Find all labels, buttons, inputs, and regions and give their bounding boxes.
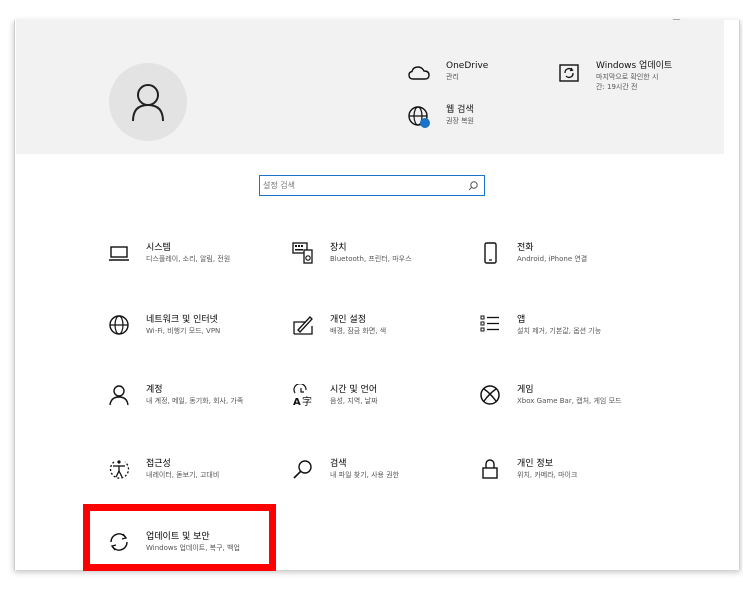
tile-accessibility[interactable]: 접근성내레이터, 돋보기, 고대비	[108, 458, 219, 480]
search-box[interactable]	[259, 175, 485, 196]
tile-title: 전화	[517, 243, 534, 253]
windows-update-subtitle-1: 마지막으로 확인한 시	[596, 73, 659, 81]
tile-network[interactable]: 네트워크 및 인터넷 Wi-Fi, 비행기 모드, VPN	[108, 314, 220, 336]
windows-update-subtitle-2: 간: 19시간 전	[596, 83, 638, 91]
apps-list-icon	[479, 314, 501, 336]
search-icon	[292, 458, 314, 480]
tile-subtitle: Android, iPhone 연결	[517, 255, 588, 263]
tile-subtitle: 위치, 카메라, 마이크	[517, 471, 578, 479]
svg-text:A: A	[293, 397, 301, 406]
web-search-title: 웹 검색	[446, 105, 474, 115]
tile-title: 네트워크 및 인터넷	[146, 315, 218, 325]
person-icon	[108, 384, 130, 406]
user-icon	[132, 84, 164, 122]
tile-gaming[interactable]: 게임 Xbox Game Bar, 캡처, 게임 모드	[479, 384, 621, 406]
tile-title: 계정	[146, 385, 163, 395]
highlight-box	[83, 504, 276, 571]
tile-devices[interactable]: 장치 Bluetooth, 프린터, 마우스	[292, 242, 412, 264]
search-icon[interactable]	[466, 178, 480, 192]
svg-text:字: 字	[302, 395, 312, 406]
search-input[interactable]	[263, 178, 463, 193]
tile-apps[interactable]: 앱설치 제거, 기본값, 옵션 기능	[479, 314, 601, 336]
xbox-icon	[479, 384, 501, 406]
tile-subtitle: Wi-Fi, 비행기 모드, VPN	[146, 327, 221, 335]
tile-subtitle: Bluetooth, 프린터, 마우스	[330, 255, 412, 263]
tile-title: 개인 설정	[330, 315, 366, 325]
tile-phone[interactable]: 전화 Android, iPhone 연결	[479, 242, 587, 264]
laptop-icon	[108, 242, 130, 264]
tile-subtitle: Xbox Game Bar, 캡처, 게임 모드	[517, 397, 622, 405]
onedrive-subtitle: 관리	[446, 73, 459, 81]
personalization-icon	[292, 314, 314, 336]
tile-subtitle: 음성, 지역, 날짜	[330, 397, 378, 405]
tile-subtitle: 내 파일 찾기, 사용 권한	[330, 471, 400, 479]
keyboard-icon	[292, 242, 314, 264]
tile-subtitle: 디스플레이, 소리, 알림, 전원	[146, 255, 231, 263]
cloud-icon	[406, 60, 432, 86]
tile-subtitle: 내레이터, 돋보기, 고대비	[146, 471, 220, 479]
tile-subtitle: 설치 제거, 기본값, 옵션 기능	[517, 327, 602, 335]
avatar[interactable]	[109, 63, 187, 141]
tile-title: 앱	[517, 315, 526, 325]
tile-title: 접근성	[146, 459, 171, 469]
windows-update-title: Windows 업데이트	[596, 61, 673, 71]
web-search-subtitle: 권장 복원	[446, 117, 474, 125]
time-language-icon: A字	[292, 384, 314, 406]
globe-icon	[108, 314, 130, 336]
tile-system[interactable]: 시스템디스플레이, 소리, 알림, 전원	[108, 242, 230, 264]
tile-title: 게임	[517, 385, 534, 395]
tile-title: 개인 정보	[517, 459, 553, 469]
tile-title: 시스템	[146, 243, 171, 253]
header-panel: OneDrive 관리 웹 검색 권장 복원 Windows 업데이트 마지막으…	[16, 20, 724, 154]
tile-title: 검색	[330, 459, 347, 469]
phone-icon	[479, 242, 501, 264]
web-search-item[interactable]: 웹 검색 권장 복원	[406, 104, 474, 130]
tile-title: 장치	[330, 243, 347, 253]
globe-badge-icon	[406, 104, 432, 130]
windows-update-item[interactable]: Windows 업데이트 마지막으로 확인한 시 간: 19시간 전	[556, 60, 672, 92]
tile-search[interactable]: 검색내 파일 찾기, 사용 권한	[292, 458, 399, 480]
lock-icon	[479, 458, 501, 480]
tile-accounts[interactable]: 계정내 계정, 메일, 동기화, 회사, 가족	[108, 384, 243, 406]
update-badge-icon	[556, 60, 582, 86]
tile-subtitle: 내 계정, 메일, 동기화, 회사, 가족	[146, 397, 244, 405]
tile-personalization[interactable]: 개인 설정배경, 잠금 화면, 색	[292, 314, 386, 336]
accessibility-icon	[108, 458, 130, 480]
tile-subtitle: 배경, 잠금 화면, 색	[330, 327, 387, 335]
onedrive-item[interactable]: OneDrive 관리	[406, 60, 488, 86]
tile-privacy[interactable]: 개인 정보위치, 카메라, 마이크	[479, 458, 577, 480]
onedrive-title: OneDrive	[446, 61, 489, 71]
tile-title: 시간 및 언어	[330, 385, 378, 395]
tile-time-language[interactable]: A字 시간 및 언어음성, 지역, 날짜	[292, 384, 378, 406]
